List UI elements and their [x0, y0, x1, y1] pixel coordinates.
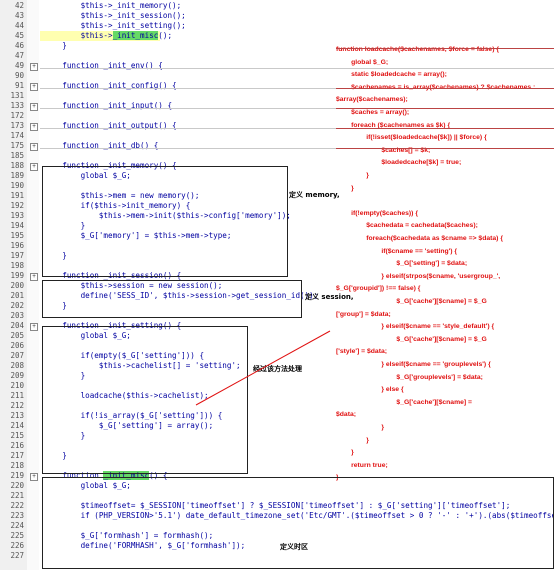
code-editor[interactable]: 42 $this->_init_memory(); 43 $this->_init… — [0, 0, 554, 570]
annotation-connector — [195, 330, 331, 406]
